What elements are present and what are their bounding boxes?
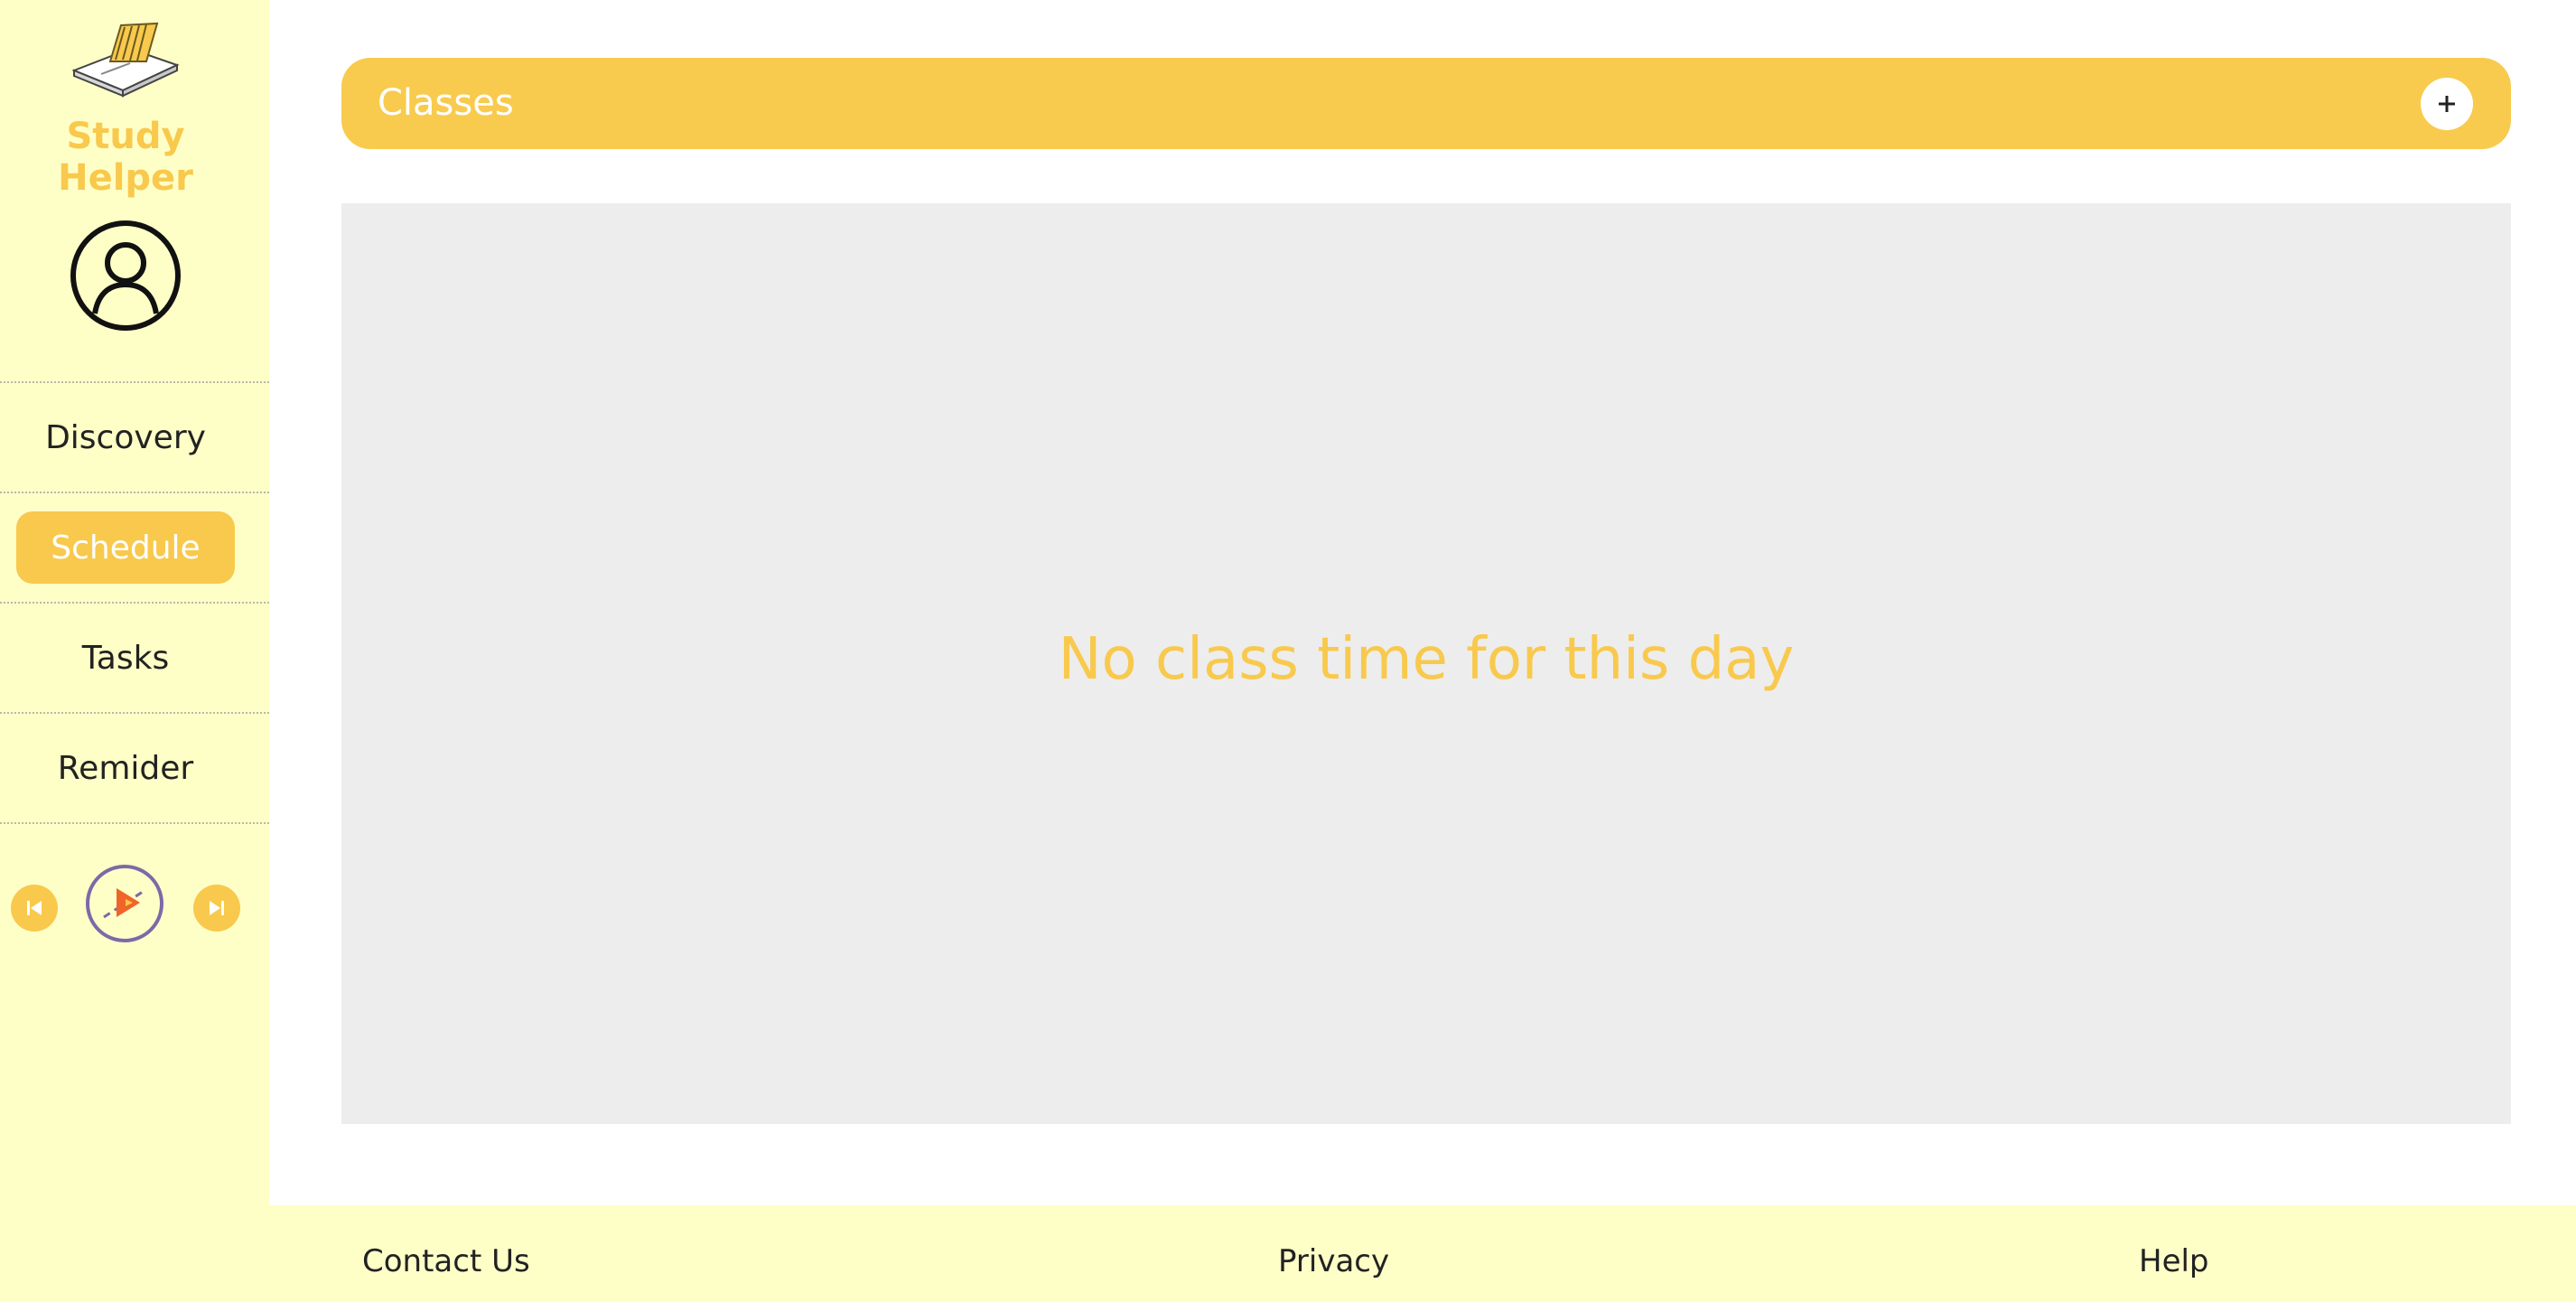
user-circle-icon — [70, 220, 181, 331]
sidebar-item-remider[interactable]: Remider — [0, 714, 251, 822]
user-avatar[interactable] — [70, 220, 182, 332]
schedule-panel: No class time for this day — [341, 203, 2511, 1124]
sidebar-item-tasks[interactable]: Tasks — [0, 604, 251, 712]
play-button[interactable] — [86, 865, 163, 942]
sidebar-item-discovery[interactable]: Discovery — [0, 383, 251, 492]
skip-next-icon — [210, 901, 224, 915]
nav-divider — [0, 822, 269, 824]
footer: Contact Us Privacy Help — [269, 1205, 2576, 1302]
next-track-button[interactable] — [193, 885, 240, 932]
play-disc-icon — [103, 888, 146, 919]
plus-icon — [2439, 96, 2455, 112]
privacy-link[interactable]: Privacy — [1278, 1205, 1389, 1302]
header-title: Classes — [378, 82, 514, 124]
open-book-icon — [71, 22, 180, 98]
previous-track-button[interactable] — [11, 885, 58, 932]
app-name: Study Helper — [58, 116, 193, 199]
app-root: Study Helper Discovery Schedule Tasks Re… — [0, 0, 2576, 1302]
music-player — [0, 863, 251, 953]
nav-divider — [0, 492, 269, 493]
sidebar: Study Helper Discovery Schedule Tasks Re… — [0, 0, 269, 1302]
logo — [0, 18, 251, 99]
contact-us-link[interactable]: Contact Us — [362, 1205, 530, 1302]
add-class-button[interactable] — [2421, 78, 2473, 130]
empty-state-message: No class time for this day — [1058, 625, 1795, 693]
help-link[interactable]: Help — [2139, 1205, 2209, 1302]
skip-previous-icon — [27, 901, 42, 915]
sidebar-item-schedule[interactable]: Schedule — [16, 511, 235, 584]
classes-header: Classes — [341, 58, 2511, 149]
